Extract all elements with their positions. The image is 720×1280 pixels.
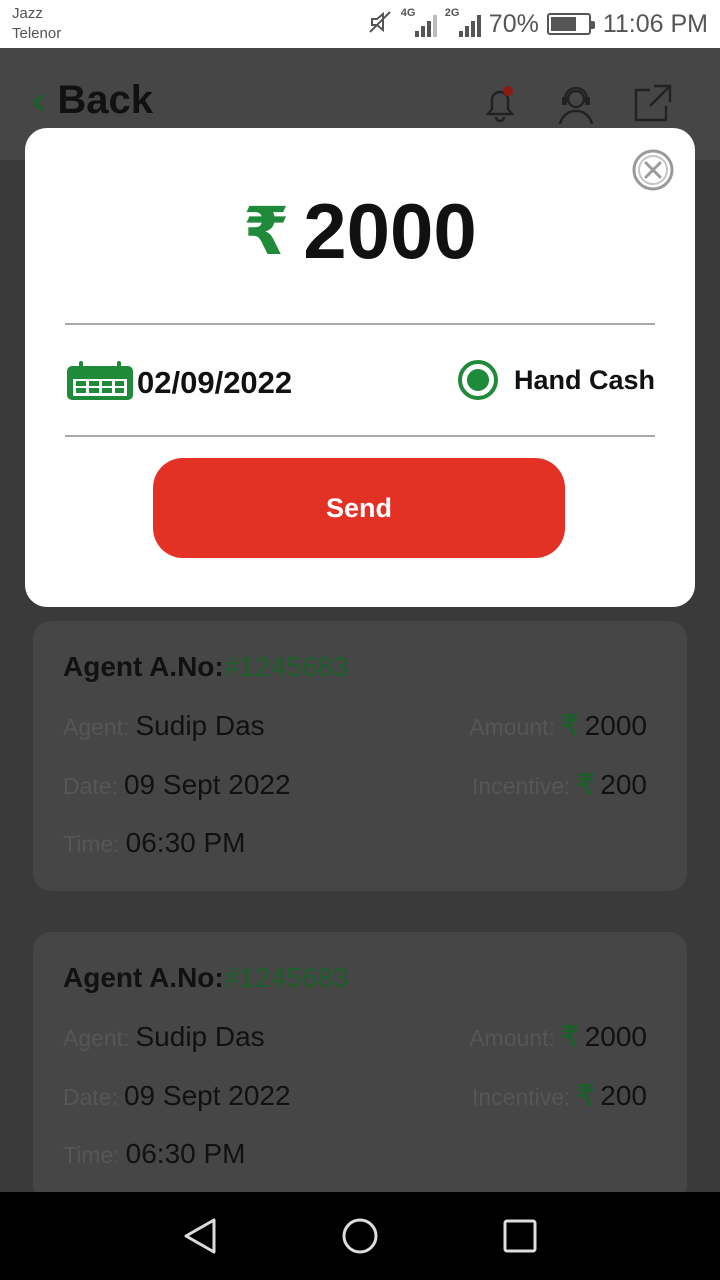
carrier-2: Telenor (12, 25, 62, 42)
card-row-date: Date: 09 Sept 2022 Incentive: ₹200 (63, 768, 647, 801)
signal-icon: 2G (444, 7, 481, 39)
account-value: #1245683 (223, 962, 349, 993)
status-indicators: 4G 2G 70% 11:06 PM (367, 6, 708, 42)
recents-square-icon[interactable] (498, 1214, 542, 1258)
payment-method-label: Hand Cash (513, 364, 655, 395)
amount-label: Amount: (469, 1025, 555, 1051)
amount-display: ₹2000 (25, 186, 695, 277)
incentive-value: 200 (600, 1080, 647, 1111)
status-bar: Jazz Telenor 4G 2G 70% 11:06 PM (0, 0, 720, 48)
radio-selected-dot (466, 369, 489, 391)
time-label: Time: (63, 831, 120, 857)
home-circle-icon[interactable] (338, 1214, 382, 1258)
time-value: 06:30 PM (125, 1138, 246, 1169)
transaction-card[interactable]: Agent A.No:#1245683 Agent: Sudip Das Amou… (33, 621, 687, 891)
date-label: Date: (63, 1084, 118, 1110)
network-type-1: 4G (400, 7, 416, 19)
signal-icon: 4G (400, 7, 437, 39)
chevron-left-icon: ‹ (30, 75, 48, 125)
time-value: 06:30 PM (125, 827, 246, 858)
agent-label: Agent: (63, 714, 130, 740)
carrier-1: Jazz (12, 5, 43, 22)
card-row-date: Date: 09 Sept 2022 Incentive: ₹200 (63, 1079, 647, 1112)
back-label: Back (57, 78, 153, 122)
rupee-icon: ₹ (576, 1080, 595, 1111)
share-external-icon[interactable] (630, 82, 674, 126)
divider (65, 435, 655, 437)
rupee-icon: ₹ (576, 769, 595, 800)
amount-label: Amount: (469, 714, 555, 740)
send-button[interactable]: Send (153, 458, 565, 558)
transaction-card[interactable]: Agent A.No:#1245683 Agent: Sudip Das Amou… (33, 932, 687, 1202)
account-value: #1245683 (223, 651, 349, 682)
rupee-icon: ₹ (243, 193, 290, 270)
card-row-time: Time: 06:30 PM (63, 1138, 647, 1170)
date-value: 02/09/2022 (137, 365, 293, 400)
header-actions (478, 82, 674, 126)
back-button[interactable]: ‹ Back (30, 78, 153, 123)
incentive-label: Incentive: (472, 773, 571, 799)
battery-percentage: 70% (488, 9, 539, 38)
support-agent-icon[interactable] (554, 82, 598, 126)
agent-account-number: Agent A.No:#1245683 (63, 651, 647, 683)
account-label: Agent A.No: (63, 651, 224, 682)
card-row-time: Time: 06:30 PM (63, 827, 647, 859)
system-nav-bar (0, 1192, 720, 1280)
date-value: 09 Sept 2022 (123, 769, 291, 800)
amount-value: 2000 (584, 1021, 647, 1052)
payment-modal: ₹2000 02/09/2022 Hand Cash Send (25, 128, 695, 607)
mute-icon (367, 9, 393, 40)
radio-button[interactable] (457, 360, 498, 400)
amount-value: 2000 (303, 187, 477, 275)
carrier-info: Jazz Telenor (12, 4, 61, 44)
incentive-label: Incentive: (472, 1084, 571, 1110)
divider (65, 323, 655, 325)
agent-account-number: Agent A.No:#1245683 (63, 962, 647, 994)
incentive-value: 200 (600, 769, 647, 800)
payment-method-option[interactable]: Hand Cash (457, 360, 655, 400)
date-value: 09 Sept 2022 (123, 1080, 291, 1111)
agent-name: Sudip Das (135, 1021, 265, 1052)
amount-value: 2000 (584, 710, 647, 741)
agent-label: Agent: (63, 1025, 130, 1051)
notification-bell-icon[interactable] (478, 82, 522, 126)
calendar-icon (65, 360, 135, 406)
status-time: 11:06 PM (602, 9, 708, 38)
rupee-icon: ₹ (560, 1021, 579, 1052)
date-label: Date: (63, 773, 118, 799)
card-row-agent: Agent: Sudip Das Amount: ₹2000 (63, 709, 647, 742)
back-triangle-icon[interactable] (178, 1214, 222, 1258)
date-picker[interactable]: 02/09/2022 (65, 360, 292, 406)
network-type-2: 2G (444, 7, 460, 19)
card-row-agent: Agent: Sudip Das Amount: ₹2000 (63, 1020, 647, 1053)
agent-name: Sudip Das (135, 710, 265, 741)
battery-icon (546, 13, 595, 35)
rupee-icon: ₹ (560, 710, 579, 741)
account-label: Agent A.No: (63, 962, 224, 993)
time-label: Time: (63, 1142, 120, 1168)
